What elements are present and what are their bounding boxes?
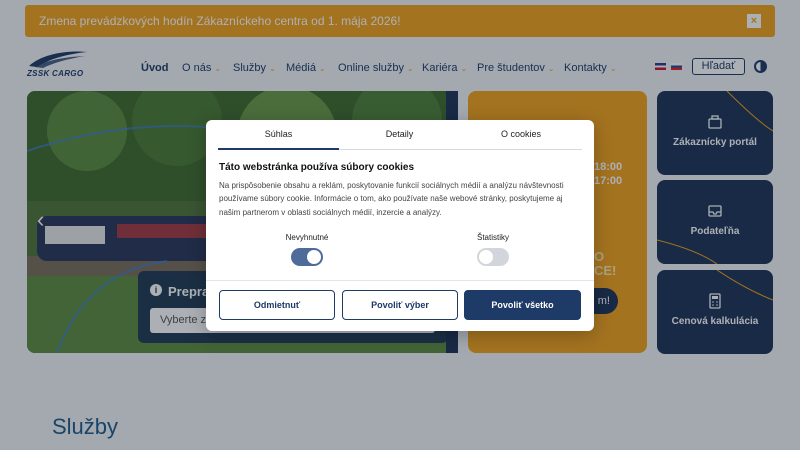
cookie-consent-dialog: Súhlas Detaily O cookies Táto webstránka… (206, 120, 594, 331)
tab-details[interactable]: Detaily (339, 129, 460, 139)
allow-all-button[interactable]: Povoliť všetko (464, 290, 581, 320)
necessary-cookies-toggle[interactable] (291, 248, 323, 266)
toggle-knob (479, 250, 493, 264)
tab-consent[interactable]: Súhlas (218, 129, 339, 139)
statistics-cookies-toggle[interactable] (477, 248, 509, 266)
allow-selection-button[interactable]: Povoliť výber (342, 290, 458, 320)
cookie-tabs: Súhlas Detaily O cookies (218, 120, 582, 150)
toggle-label-necessary: Nevyhnutné (285, 233, 329, 242)
cookie-dialog-body: Na prispôsobenie obsahu a reklám, poskyt… (219, 181, 564, 217)
reject-button[interactable]: Odmietnuť (219, 290, 335, 320)
tab-about-cookies[interactable]: O cookies (460, 129, 582, 139)
cookie-dialog-title: Táto webstránka používa súbory cookies (219, 162, 415, 173)
toggle-label-statistics: Štatistiky (476, 233, 509, 242)
dialog-divider (206, 280, 594, 281)
toggle-knob (307, 250, 321, 264)
active-tab-indicator (218, 148, 339, 150)
